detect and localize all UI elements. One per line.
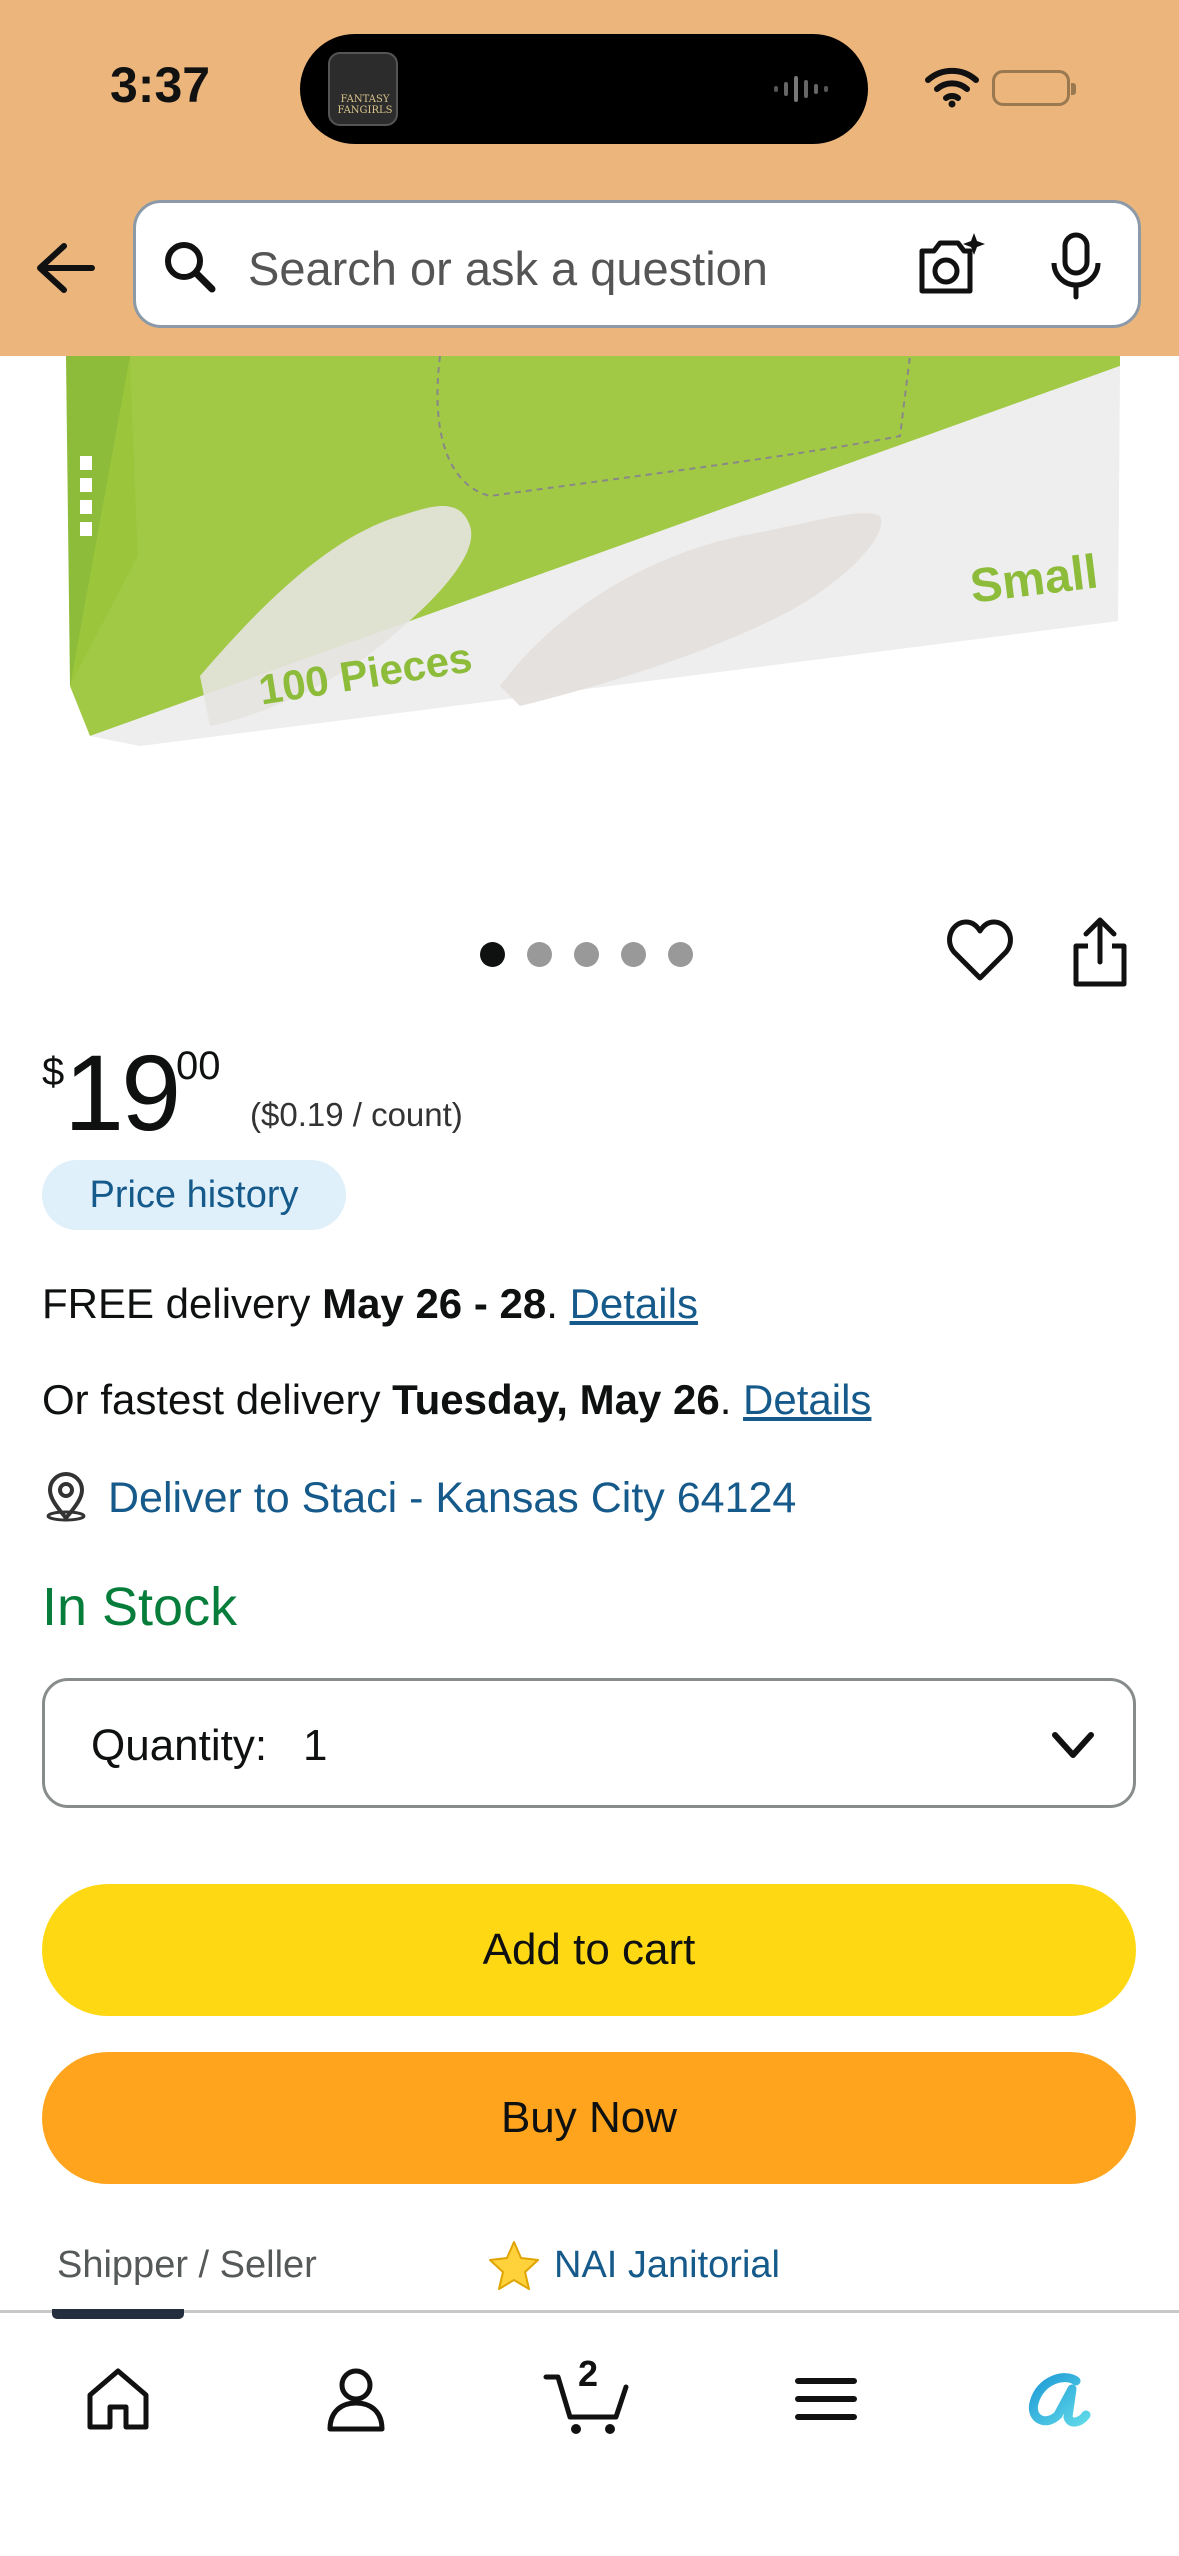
app-header: 3:37 FANTASY FANGIRLS Search or ask a qu… — [0, 0, 1179, 356]
now-playing-app-label: FANTASY FANGIRLS — [337, 94, 393, 116]
fastest-delivery-line: Or fastest delivery Tuesday, May 26. Det… — [42, 1376, 871, 1424]
quantity-select[interactable]: Quantity: 1 — [42, 1678, 1136, 1808]
active-tab-indicator — [52, 2309, 184, 2319]
microphone-icon[interactable] — [1046, 231, 1106, 301]
dynamic-island: FANTASY FANGIRLS — [300, 34, 868, 144]
product-box-image — [66, 356, 1120, 746]
star-icon — [489, 2241, 539, 2290]
seller-name-link[interactable]: NAI Janitorial — [554, 2244, 780, 2287]
quantity-value: 1 — [303, 1721, 328, 1770]
fastest-delivery-sep: . — [719, 1376, 744, 1423]
fastest-delivery-details-link[interactable]: Details — [743, 1376, 871, 1423]
price-currency: $ — [42, 1050, 65, 1094]
product-image-carousel[interactable]: 100 Pieces Small — [0, 356, 1179, 876]
search-bar[interactable]: Search or ask a question — [133, 200, 1141, 328]
carousel-dot-1[interactable] — [480, 942, 505, 967]
buy-now-button[interactable]: Buy Now — [42, 2052, 1136, 2184]
free-delivery-line: FREE delivery May 26 - 28. Details — [42, 1280, 698, 1328]
account-icon[interactable] — [316, 2359, 396, 2439]
unit-price: ($0.19 / count) — [250, 1096, 463, 1133]
bottom-navigation: 2 — [0, 2309, 1179, 2556]
carousel-dot-5[interactable] — [668, 942, 693, 967]
menu-icon[interactable] — [786, 2359, 866, 2439]
chevron-down-icon — [1052, 1732, 1094, 1758]
location-pin-icon — [46, 1472, 86, 1522]
seller-label: Shipper / Seller — [57, 2244, 317, 2286]
price-whole: 19 — [64, 1032, 181, 1153]
battery-icon — [992, 70, 1076, 106]
wifi-icon — [925, 67, 979, 108]
free-delivery-sep: . — [546, 1280, 570, 1327]
rufus-assistant-icon[interactable] — [1018, 2359, 1098, 2439]
camera-search-icon[interactable] — [914, 231, 986, 301]
wishlist-heart-icon[interactable] — [946, 918, 1014, 984]
home-icon[interactable] — [78, 2359, 158, 2439]
cart-count-badge: 2 — [578, 2353, 599, 2394]
deliver-to-link[interactable]: Deliver to Staci - Kansas City 64124 — [108, 1474, 796, 1523]
now-playing-app-icon[interactable]: FANTASY FANGIRLS — [328, 52, 398, 126]
free-delivery-prefix: FREE delivery — [42, 1280, 323, 1327]
search-input[interactable]: Search or ask a question — [248, 241, 768, 296]
carousel-dot-4[interactable] — [621, 942, 646, 967]
fastest-delivery-date: Tuesday, May 26 — [392, 1376, 720, 1423]
fastest-delivery-prefix: Or fastest delivery — [42, 1376, 393, 1423]
quantity-label: Quantity: — [91, 1721, 268, 1770]
free-delivery-dates: May 26 - 28 — [322, 1280, 547, 1327]
price-fraction: 00 — [176, 1044, 221, 1088]
share-icon[interactable] — [1070, 916, 1130, 988]
carousel-dot-2[interactable] — [527, 942, 552, 967]
carousel-dot-3[interactable] — [574, 942, 599, 967]
search-icon — [165, 242, 216, 293]
free-delivery-details-link[interactable]: Details — [570, 1280, 698, 1327]
cart-button[interactable]: 2 — [542, 2353, 634, 2439]
audio-wave-icon — [774, 76, 828, 102]
price-history-button[interactable]: Price history — [42, 1160, 346, 1230]
back-arrow-icon[interactable] — [32, 238, 100, 298]
status-time: 3:37 — [110, 57, 211, 113]
add-to-cart-button[interactable]: Add to cart — [42, 1884, 1136, 2016]
stock-status: In Stock — [42, 1577, 238, 1637]
carousel-dots[interactable] — [480, 942, 710, 968]
